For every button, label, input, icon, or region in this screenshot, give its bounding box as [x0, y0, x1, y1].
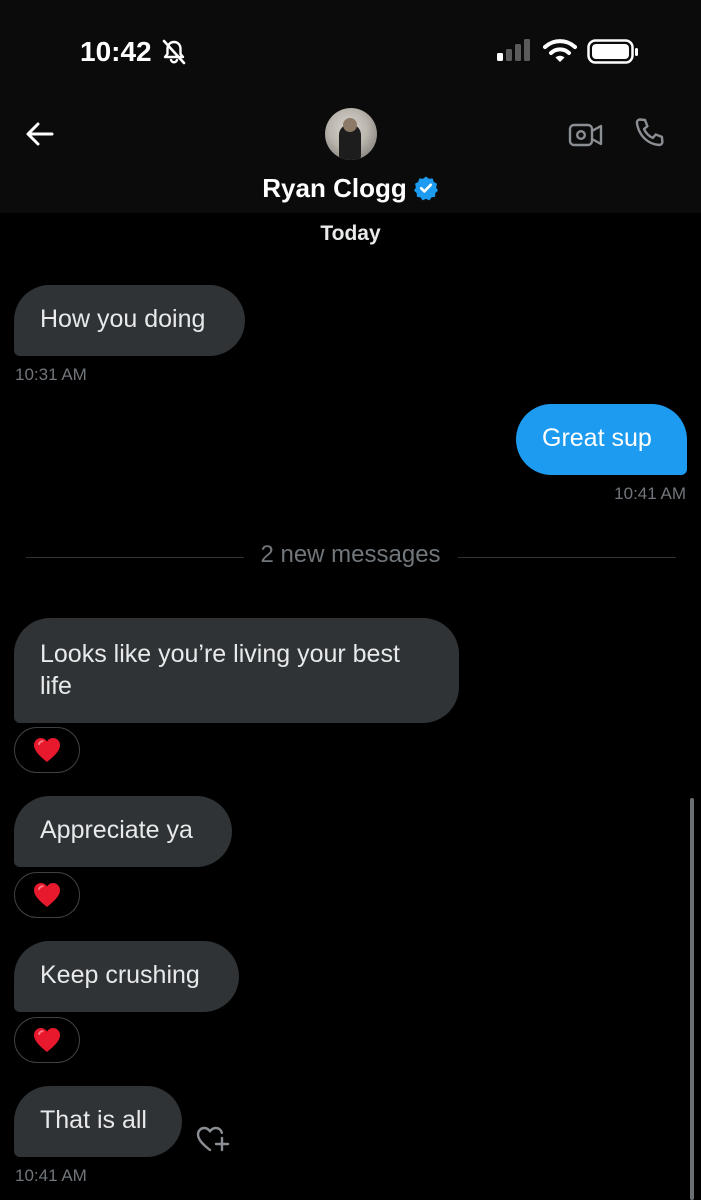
heart-emoji-icon	[34, 883, 60, 907]
heart-emoji-icon	[34, 1028, 60, 1052]
status-time: 10:42	[80, 36, 152, 67]
scrollbar[interactable]	[690, 798, 694, 1200]
bell-muted-icon	[162, 39, 186, 65]
message-timestamp: 10:41 AM	[15, 1166, 87, 1185]
date-label: Today	[320, 222, 381, 245]
phone-call-icon[interactable]	[632, 115, 668, 151]
message-bubble-incoming[interactable]: Keep crushing	[14, 941, 239, 1012]
reaction-pill[interactable]	[14, 727, 80, 773]
message-bubble-incoming[interactable]: That is all	[14, 1086, 182, 1157]
divider-line	[458, 557, 676, 558]
cellular-signal-icon	[497, 39, 530, 61]
contact-name[interactable]: Ryan Clogg	[0, 168, 701, 206]
message-bubble-incoming[interactable]: How you doing	[14, 285, 245, 356]
new-messages-divider: 2 new messages	[260, 541, 441, 568]
verified-badge-icon	[413, 176, 438, 201]
avatar[interactable]	[325, 108, 377, 160]
wifi-icon	[543, 39, 577, 62]
message-bubble-incoming[interactable]: Looks like you’re living your best life	[14, 618, 459, 723]
message-bubble-outgoing[interactable]: Great sup	[516, 404, 687, 475]
reaction-pill[interactable]	[14, 872, 80, 918]
message-timestamp: 10:31 AM	[15, 365, 87, 384]
message-timestamp: 10:41 AM	[614, 484, 686, 503]
add-reaction-heart-plus-icon[interactable]	[194, 1122, 232, 1156]
contact-name-text: Ryan Clogg	[262, 173, 407, 204]
back-arrow-icon[interactable]	[24, 118, 56, 150]
battery-icon	[587, 39, 638, 64]
message-bubble-incoming[interactable]: Appreciate ya	[14, 796, 232, 867]
video-call-icon[interactable]	[568, 117, 604, 153]
reaction-pill[interactable]	[14, 1017, 80, 1063]
heart-emoji-icon	[34, 738, 60, 762]
